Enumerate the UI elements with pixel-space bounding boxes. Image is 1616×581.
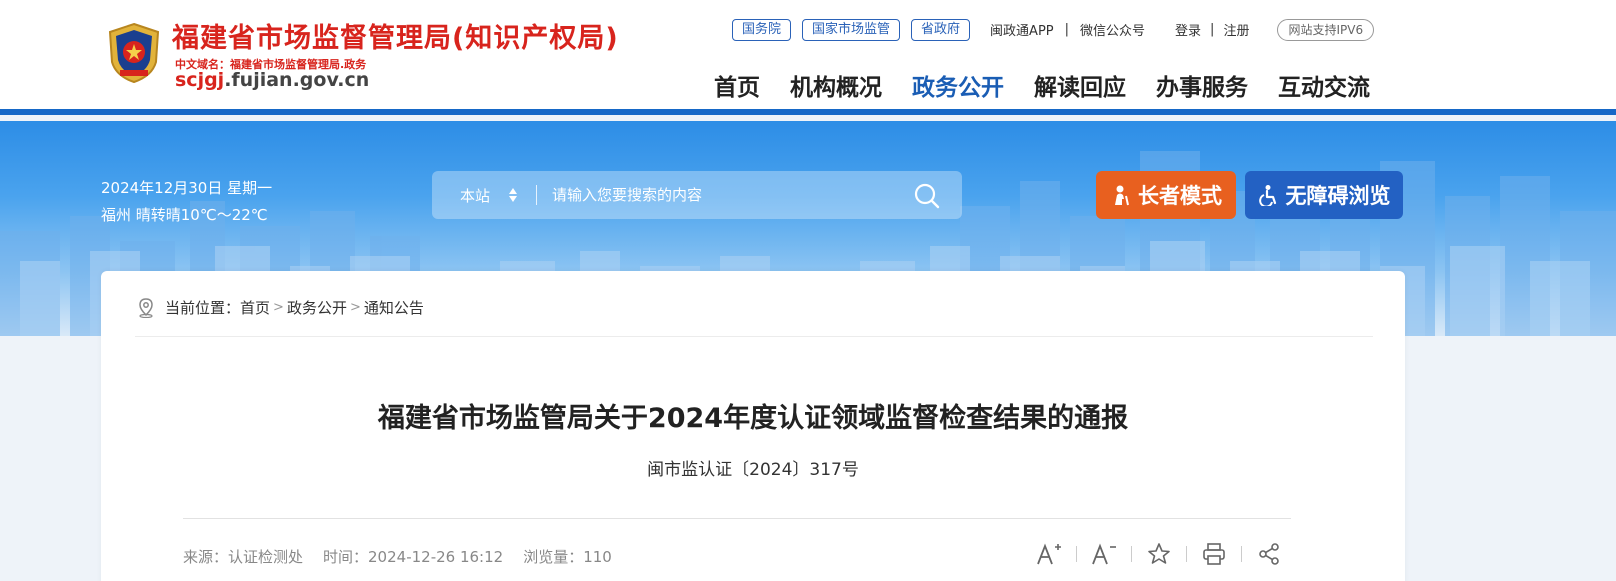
- link-state-council[interactable]: 国务院: [732, 18, 792, 41]
- location-pin-icon: [139, 297, 153, 318]
- elder-person-icon: [1115, 185, 1129, 206]
- font-increase-icon[interactable]: [1036, 541, 1062, 567]
- breadcrumb-home[interactable]: 首页: [240, 297, 270, 318]
- login-link[interactable]: 登录: [1175, 20, 1201, 39]
- domain-prefix: scjgj: [175, 69, 225, 91]
- divider: [135, 336, 1373, 337]
- breadcrumb-prefix: 当前位置：: [165, 299, 241, 317]
- accessible-browsing-button[interactable]: 无障碍浏览: [1245, 171, 1403, 219]
- divider: [1076, 546, 1077, 562]
- sort-arrows-icon[interactable]: [508, 185, 518, 205]
- print-icon[interactable]: [1201, 541, 1227, 567]
- top-links: 国务院 国家市场监管 省政府 闽政通APP | 微信公众号 登录 | 注册 网站…: [732, 18, 1375, 41]
- article-views: 浏览量：110: [523, 548, 612, 566]
- accessible-browsing-label: 无障碍浏览: [1285, 184, 1391, 208]
- search-bar: 本站: [432, 171, 962, 219]
- document-number: 闽市监认证〔2024〕317号: [647, 460, 859, 480]
- breadcrumb-separator: >: [273, 300, 284, 315]
- article-time: 时间：2024-12-26 16:12: [323, 548, 504, 566]
- article-title: 福建省市场监管局关于2024年度认证领域监督检查结果的通报: [377, 403, 1129, 434]
- breadcrumb-government-affairs[interactable]: 政务公开: [287, 297, 347, 318]
- elder-mode-button[interactable]: 长者模式: [1096, 171, 1236, 219]
- site-header: 福建省市场监督管理局(知识产权局) 中文域名：福建省市场监督管理局.政务 scj…: [0, 0, 1616, 115]
- emblem-logo-icon[interactable]: [106, 22, 162, 84]
- elder-mode-label: 长者模式: [1138, 184, 1222, 208]
- share-icon[interactable]: [1256, 541, 1282, 567]
- nav-services[interactable]: 办事服务: [1156, 68, 1248, 102]
- divider: [183, 518, 1291, 519]
- search-scope-select[interactable]: 本站: [460, 185, 490, 206]
- article-meta: 来源：认证检测处 时间：2024-12-26 16:12 浏览量：110: [183, 546, 632, 567]
- weather-info: 福州 晴转晴10℃～22℃: [101, 206, 268, 224]
- wheelchair-icon: [1258, 185, 1276, 206]
- search-divider: [536, 185, 537, 205]
- current-date: 2024年12月30日 星期一: [101, 179, 273, 197]
- divider: |: [1064, 22, 1070, 37]
- main-nav: 首页 机构概况 政务公开 解读回应 办事服务 互动交流: [714, 68, 1370, 102]
- link-provincial-gov[interactable]: 省政府: [911, 18, 971, 41]
- article-source: 来源：认证检测处: [183, 548, 304, 566]
- nav-interaction[interactable]: 互动交流: [1278, 68, 1370, 102]
- link-samr[interactable]: 国家市场监管: [802, 18, 901, 41]
- font-decrease-icon[interactable]: [1091, 541, 1117, 567]
- site-domain: scjgj.fujian.gov.cn: [175, 69, 369, 91]
- register-link[interactable]: 注册: [1223, 20, 1249, 39]
- article-card: 当前位置： 首页 > 政务公开 > 通知公告 福建省市场监管局关于2024年度认…: [101, 271, 1405, 581]
- site-title[interactable]: 福建省市场监督管理局(知识产权局): [172, 16, 619, 55]
- breadcrumb-notices[interactable]: 通知公告: [364, 297, 424, 318]
- breadcrumb: 当前位置： 首页 > 政务公开 > 通知公告: [137, 297, 424, 318]
- article-tools: [1036, 541, 1282, 567]
- link-wechat[interactable]: 微信公众号: [1080, 20, 1145, 39]
- divider: |: [1210, 22, 1215, 37]
- nav-interpretation[interactable]: 解读回应: [1034, 68, 1126, 102]
- ipv6-badge: 网站支持IPV6: [1277, 18, 1375, 41]
- domain-suffix: .fujian.gov.cn: [224, 69, 370, 91]
- divider: [1131, 546, 1132, 562]
- nav-organization[interactable]: 机构概况: [790, 68, 882, 102]
- breadcrumb-separator: >: [349, 300, 361, 315]
- search-icon[interactable]: [914, 183, 940, 209]
- link-app[interactable]: 闽政通APP: [990, 20, 1054, 39]
- search-input[interactable]: [552, 181, 892, 209]
- divider: [1241, 546, 1242, 562]
- nav-government-affairs[interactable]: 政务公开: [912, 68, 1004, 102]
- divider: [1186, 546, 1187, 562]
- favorite-star-icon[interactable]: [1146, 541, 1172, 567]
- nav-home[interactable]: 首页: [714, 68, 760, 102]
